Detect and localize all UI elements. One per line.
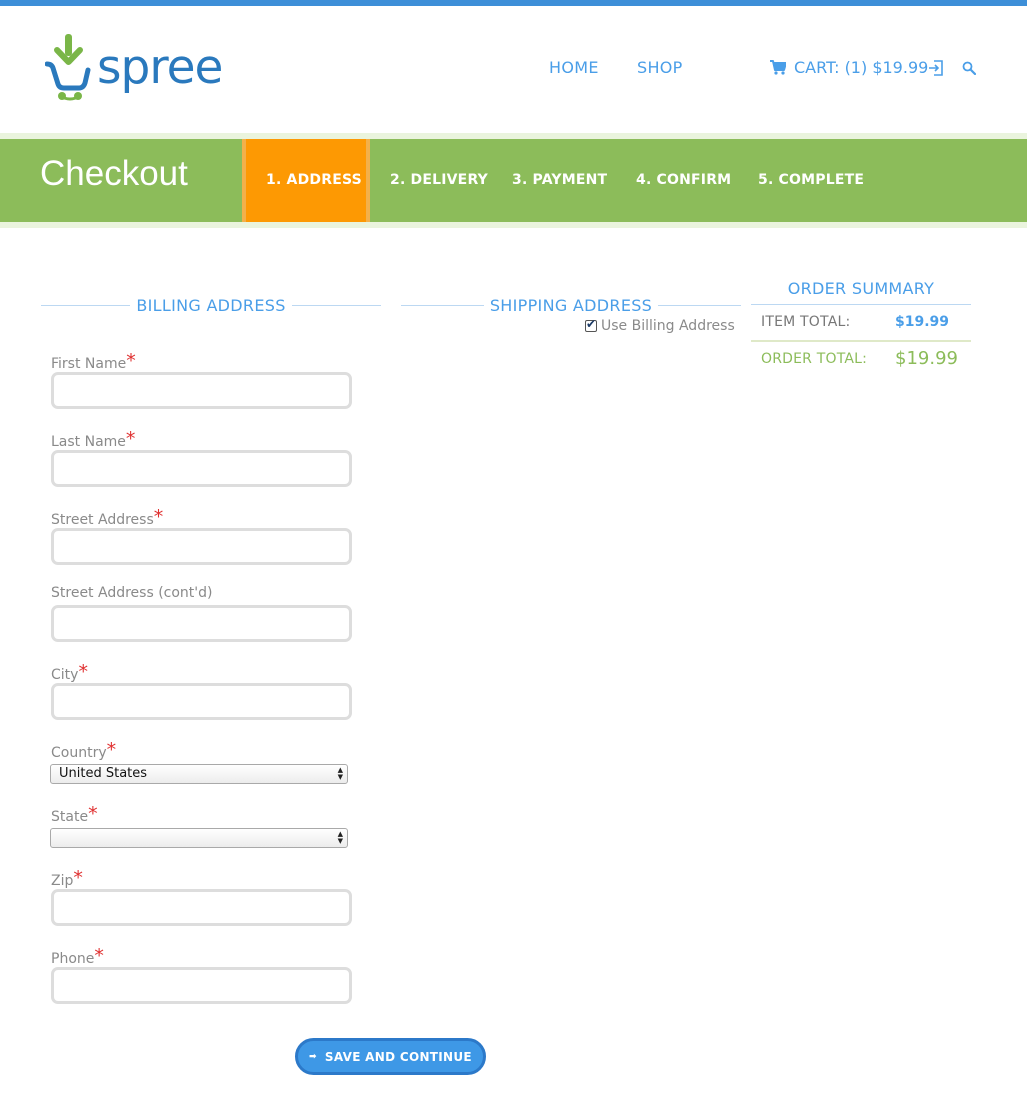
divider [751, 304, 971, 305]
cart-icon [770, 60, 786, 75]
cart-logo-icon [45, 34, 91, 101]
order-total-value: $19.99 [895, 348, 958, 369]
save-button-label: SAVE AND CONTINUE [324, 1049, 472, 1064]
last-name-label: Last Name* [51, 428, 136, 450]
required-marker: * [94, 945, 104, 967]
city-field[interactable] [51, 683, 352, 720]
divider [658, 304, 741, 306]
street-address-2-field[interactable] [51, 605, 352, 642]
select-arrows-icon: ▲ ▼ [337, 766, 343, 781]
use-billing-label: Use Billing Address [601, 318, 735, 334]
first-name-label: First Name* [51, 350, 136, 372]
step-address[interactable]: 1. ADDRESS [266, 172, 362, 188]
required-marker: * [126, 350, 136, 372]
street-address-label: Street Address* [51, 506, 164, 528]
shipping-address-heading: SHIPPING ADDRESS [401, 294, 741, 316]
country-select[interactable]: United States ▲ ▼ [50, 764, 348, 784]
divider [41, 304, 131, 306]
shipping-heading-text: SHIPPING ADDRESS [489, 295, 653, 315]
state-select[interactable]: ▲ ▼ [50, 828, 348, 848]
city-label: City* [51, 661, 88, 683]
billing-heading-text: BILLING ADDRESS [136, 295, 286, 315]
logo-wordmark: spree [97, 40, 223, 95]
required-marker: * [73, 867, 83, 889]
cart-link[interactable]: CART: (1) $19.99 [770, 58, 928, 77]
use-billing-checkbox[interactable] [585, 317, 597, 332]
country-selected-value: United States [59, 766, 148, 781]
last-name-field[interactable] [51, 450, 352, 487]
spree-logo[interactable]: spree [45, 32, 223, 104]
step-complete[interactable]: 5. COMPLETE [758, 172, 864, 188]
first-name-field[interactable] [51, 372, 352, 409]
billing-address-heading: BILLING ADDRESS [41, 294, 382, 316]
phone-label: Phone* [51, 945, 104, 967]
select-arrows-icon: ▲ ▼ [337, 830, 343, 845]
street-address-field[interactable] [51, 528, 352, 565]
divider [751, 340, 971, 342]
state-label: State* [51, 803, 98, 825]
required-marker: * [125, 428, 136, 450]
zip-label: Zip* [51, 867, 83, 889]
item-total-value: $19.99 [895, 314, 950, 330]
login-icon[interactable] [928, 60, 944, 76]
phone-field[interactable] [51, 967, 352, 1004]
page-title: Checkout [40, 154, 188, 193]
use-billing-address-option[interactable]: Use Billing Address [585, 317, 735, 334]
divider [401, 304, 484, 306]
top-accent-bar [0, 0, 1027, 6]
country-label: Country* [51, 739, 117, 761]
nav-shop[interactable]: SHOP [637, 58, 683, 77]
arrow-right-icon: ➡ [309, 1051, 317, 1062]
street-address-2-label: Street Address (cont'd) [51, 585, 213, 601]
zip-field[interactable] [51, 889, 352, 926]
step-delivery[interactable]: 2. DELIVERY [390, 172, 488, 188]
required-marker: * [153, 506, 164, 528]
required-marker: * [78, 661, 88, 683]
step-confirm[interactable]: 4. CONFIRM [636, 172, 731, 188]
order-summary-heading: ORDER SUMMARY [787, 279, 935, 298]
required-marker: * [88, 803, 98, 825]
search-icon[interactable] [962, 61, 976, 75]
cart-label: CART: (1) $19.99 [794, 58, 929, 77]
required-marker: * [106, 739, 117, 761]
save-and-continue-button[interactable]: ➡ SAVE AND CONTINUE [295, 1038, 486, 1075]
nav-home[interactable]: HOME [549, 58, 599, 77]
divider [291, 304, 382, 306]
order-total-label: ORDER TOTAL: [761, 351, 868, 367]
step-payment[interactable]: 3. PAYMENT [512, 172, 607, 188]
item-total-label: ITEM TOTAL: [761, 314, 851, 330]
